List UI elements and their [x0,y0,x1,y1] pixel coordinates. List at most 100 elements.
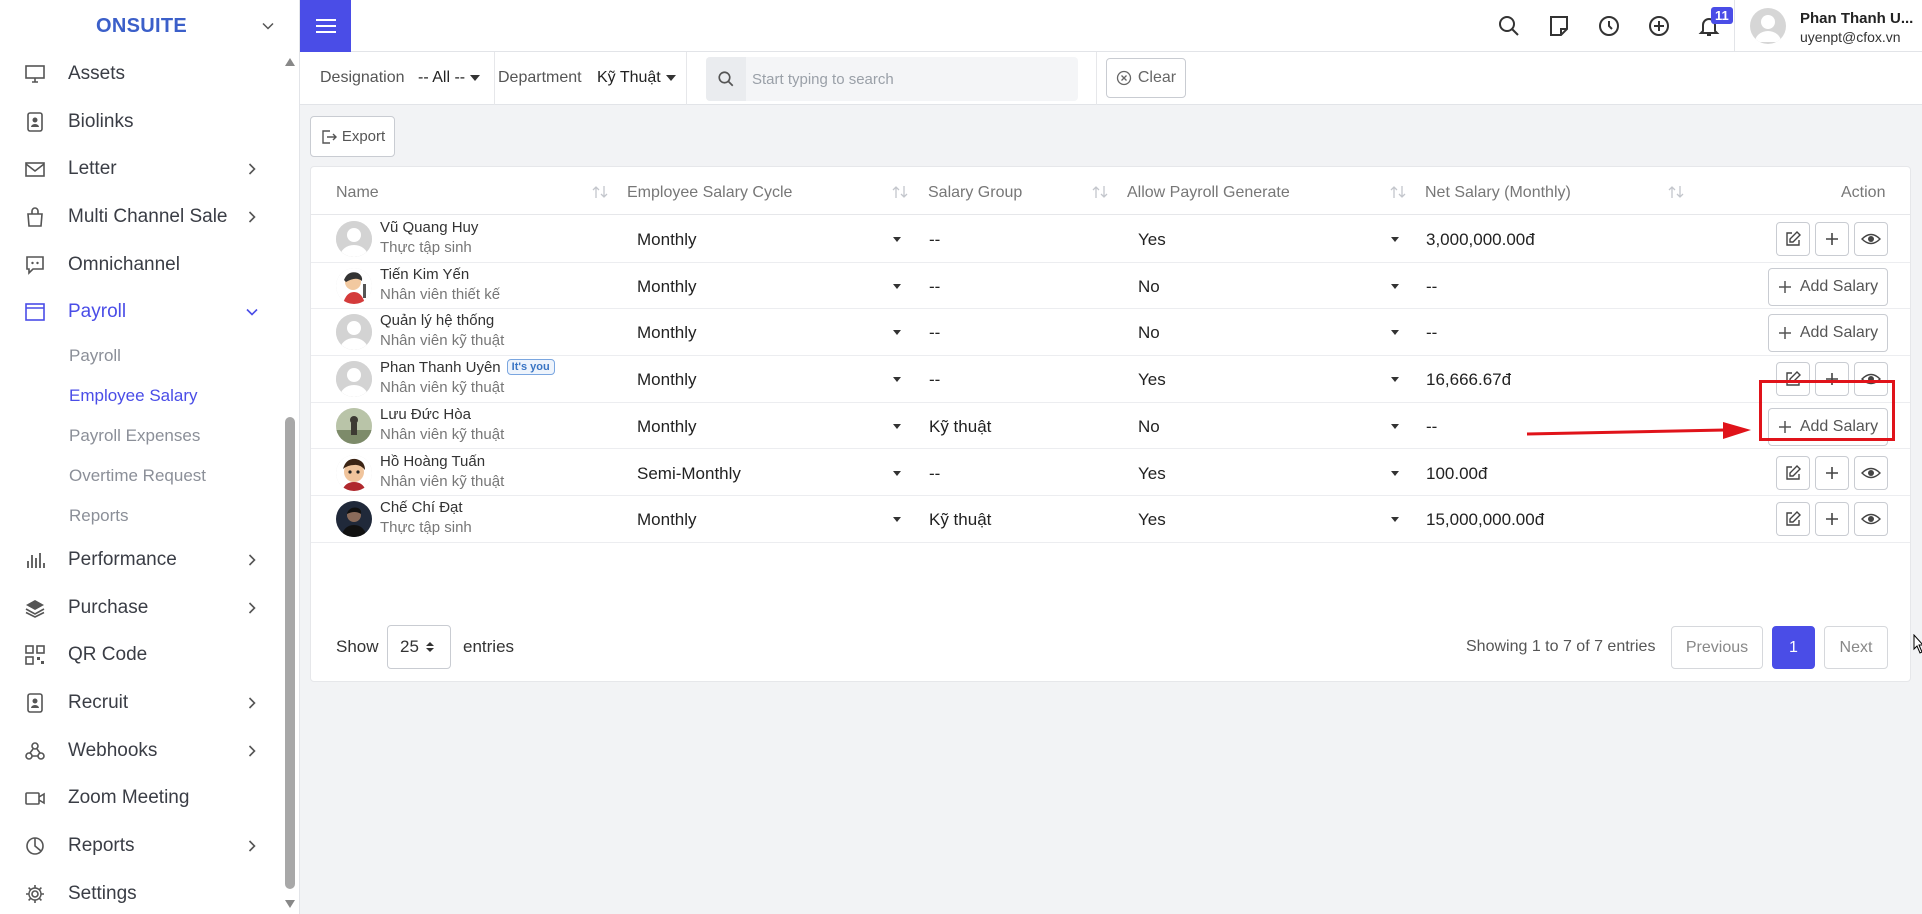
search-input[interactable] [752,67,1062,91]
export-button[interactable]: Export [310,116,395,157]
caret-down-icon[interactable] [1391,330,1399,336]
sidebar-item-webhooks[interactable]: Webhooks [0,727,282,775]
caret-down-icon[interactable] [893,517,901,523]
edit-salary-button[interactable] [1776,222,1810,256]
sidebar-subitem-payroll[interactable]: Payroll [0,336,282,376]
sidebar-item-biolinks[interactable]: Biolinks [0,98,282,146]
clock-icon[interactable] [1597,14,1621,38]
sidebar-item-performance[interactable]: Performance [0,536,282,584]
salary-cycle-select[interactable]: Semi-Monthly [637,464,741,484]
employee-name[interactable]: Chế Chí Đạt [380,499,463,516]
allow-payroll-select[interactable]: No [1138,417,1160,437]
caret-down-icon[interactable] [893,330,901,336]
salary-cycle-select[interactable]: Monthly [637,510,697,530]
caret-down-icon[interactable] [1391,517,1399,523]
sidebar-item-reports[interactable]: Reports [0,822,282,870]
chevron-down-icon[interactable] [261,19,275,33]
employee-name[interactable]: Tiến Kim Yến [380,266,469,283]
sidebar-item-zoom-meeting[interactable]: Zoom Meeting [0,775,282,823]
salary-cycle-select[interactable]: Monthly [637,277,697,297]
page-1-button[interactable]: 1 [1772,626,1815,669]
employee-name[interactable]: Lưu Đức Hòa [380,406,471,423]
salary-cycle-select[interactable]: Monthly [637,323,697,343]
caret-down-icon[interactable] [1391,423,1399,429]
employee-name[interactable]: Phan Thanh Uyên It's you [380,359,555,376]
add-salary-icon-button[interactable] [1815,502,1849,537]
sidebar-subitem-employee-salary[interactable]: Employee Salary [0,376,282,416]
clear-button[interactable]: Clear [1106,58,1186,98]
sidebar-item-letter[interactable]: Letter [0,145,282,193]
view-salary-button[interactable] [1854,502,1888,537]
allow-payroll-select[interactable]: Yes [1138,370,1166,390]
add-salary-button[interactable]: Add Salary [1768,267,1888,306]
caret-down-icon[interactable] [893,237,901,242]
chevron-right-icon[interactable] [244,552,260,568]
sort-icon[interactable] [891,185,909,199]
chevron-down-icon[interactable] [244,304,260,320]
search-icon[interactable] [1497,14,1521,38]
sidebar-item-multi-channel-sale[interactable]: Multi Channel Sale [0,193,282,241]
sidebar-item-recruit[interactable]: Recruit [0,679,282,727]
page-size-select[interactable]: 25 [387,625,451,669]
employee-name[interactable]: Vũ Quang Huy [380,219,478,236]
department-select[interactable]: Kỹ Thuật [597,69,676,87]
chevron-right-icon[interactable] [244,695,260,711]
sidebar-subitem-payroll-expenses[interactable]: Payroll Expenses [0,416,282,456]
caret-down-icon[interactable] [1391,283,1399,289]
caret-down-icon[interactable] [893,470,901,476]
brand[interactable]: ONSUITE [0,0,299,52]
note-icon[interactable] [1547,14,1571,38]
sort-icon[interactable] [1389,185,1407,199]
previous-page-button[interactable]: Previous [1671,626,1763,669]
caret-down-icon[interactable] [1391,377,1399,383]
add-salary-icon-button[interactable] [1815,455,1849,490]
column-header-name[interactable]: Name [336,184,379,202]
caret-down-icon[interactable] [893,423,901,429]
sidebar-item-assets[interactable]: Assets [0,50,282,98]
employee-name[interactable]: Quản lý hệ thống [380,312,494,329]
sort-icon[interactable] [1091,185,1109,199]
column-header-net[interactable]: Net Salary (Monthly) [1425,184,1571,202]
allow-payroll-select[interactable]: Yes [1138,464,1166,484]
column-header-allow[interactable]: Allow Payroll Generate [1127,184,1290,202]
caret-down-icon[interactable] [893,377,901,383]
sidebar-item-omnichannel[interactable]: Omnichannel [0,241,282,289]
allow-payroll-select[interactable]: No [1138,277,1160,297]
sort-icon[interactable] [1667,185,1685,199]
next-page-button[interactable]: Next [1824,626,1888,669]
chevron-right-icon[interactable] [244,209,260,225]
sidebar-subitem-reports[interactable]: Reports [0,496,282,536]
sidebar-item-settings[interactable]: Settings [0,870,282,914]
allow-payroll-select[interactable]: Yes [1138,230,1166,250]
scroll-up-icon[interactable] [285,58,295,66]
salary-cycle-select[interactable]: Monthly [637,370,697,390]
avatar[interactable] [1750,8,1786,44]
chevron-right-icon[interactable] [244,600,260,616]
designation-select[interactable]: -- All -- [418,69,481,87]
user-name[interactable]: Phan Thanh U... [1800,10,1920,27]
view-salary-button[interactable] [1854,222,1888,256]
chevron-right-icon[interactable] [244,161,260,177]
allow-payroll-select[interactable]: Yes [1138,510,1166,530]
add-salary-button[interactable]: Add Salary [1768,314,1888,353]
employee-name[interactable]: Hồ Hoàng Tuấn [380,453,485,470]
sidebar-scrollbar[interactable] [284,52,296,914]
scroll-down-icon[interactable] [285,900,295,908]
view-salary-button[interactable] [1854,455,1888,490]
plus-circle-icon[interactable] [1647,14,1671,38]
sidebar-item-payroll[interactable]: Payroll [0,288,282,336]
hamburger-menu-button[interactable] [300,0,351,52]
column-header-group[interactable]: Salary Group [928,184,1022,202]
sort-icon[interactable] [591,185,609,199]
sidebar-subitem-overtime-request[interactable]: Overtime Request [0,456,282,496]
edit-salary-button[interactable] [1776,502,1810,537]
caret-down-icon[interactable] [1391,237,1399,242]
sidebar-item-qr-code[interactable]: QR Code [0,632,282,680]
allow-payroll-select[interactable]: No [1138,323,1160,343]
edit-salary-button[interactable] [1776,455,1810,490]
salary-cycle-select[interactable]: Monthly [637,417,697,437]
chevron-right-icon[interactable] [244,838,260,854]
add-salary-icon-button[interactable] [1815,222,1849,256]
scrollbar-thumb[interactable] [285,417,295,889]
caret-down-icon[interactable] [893,283,901,289]
